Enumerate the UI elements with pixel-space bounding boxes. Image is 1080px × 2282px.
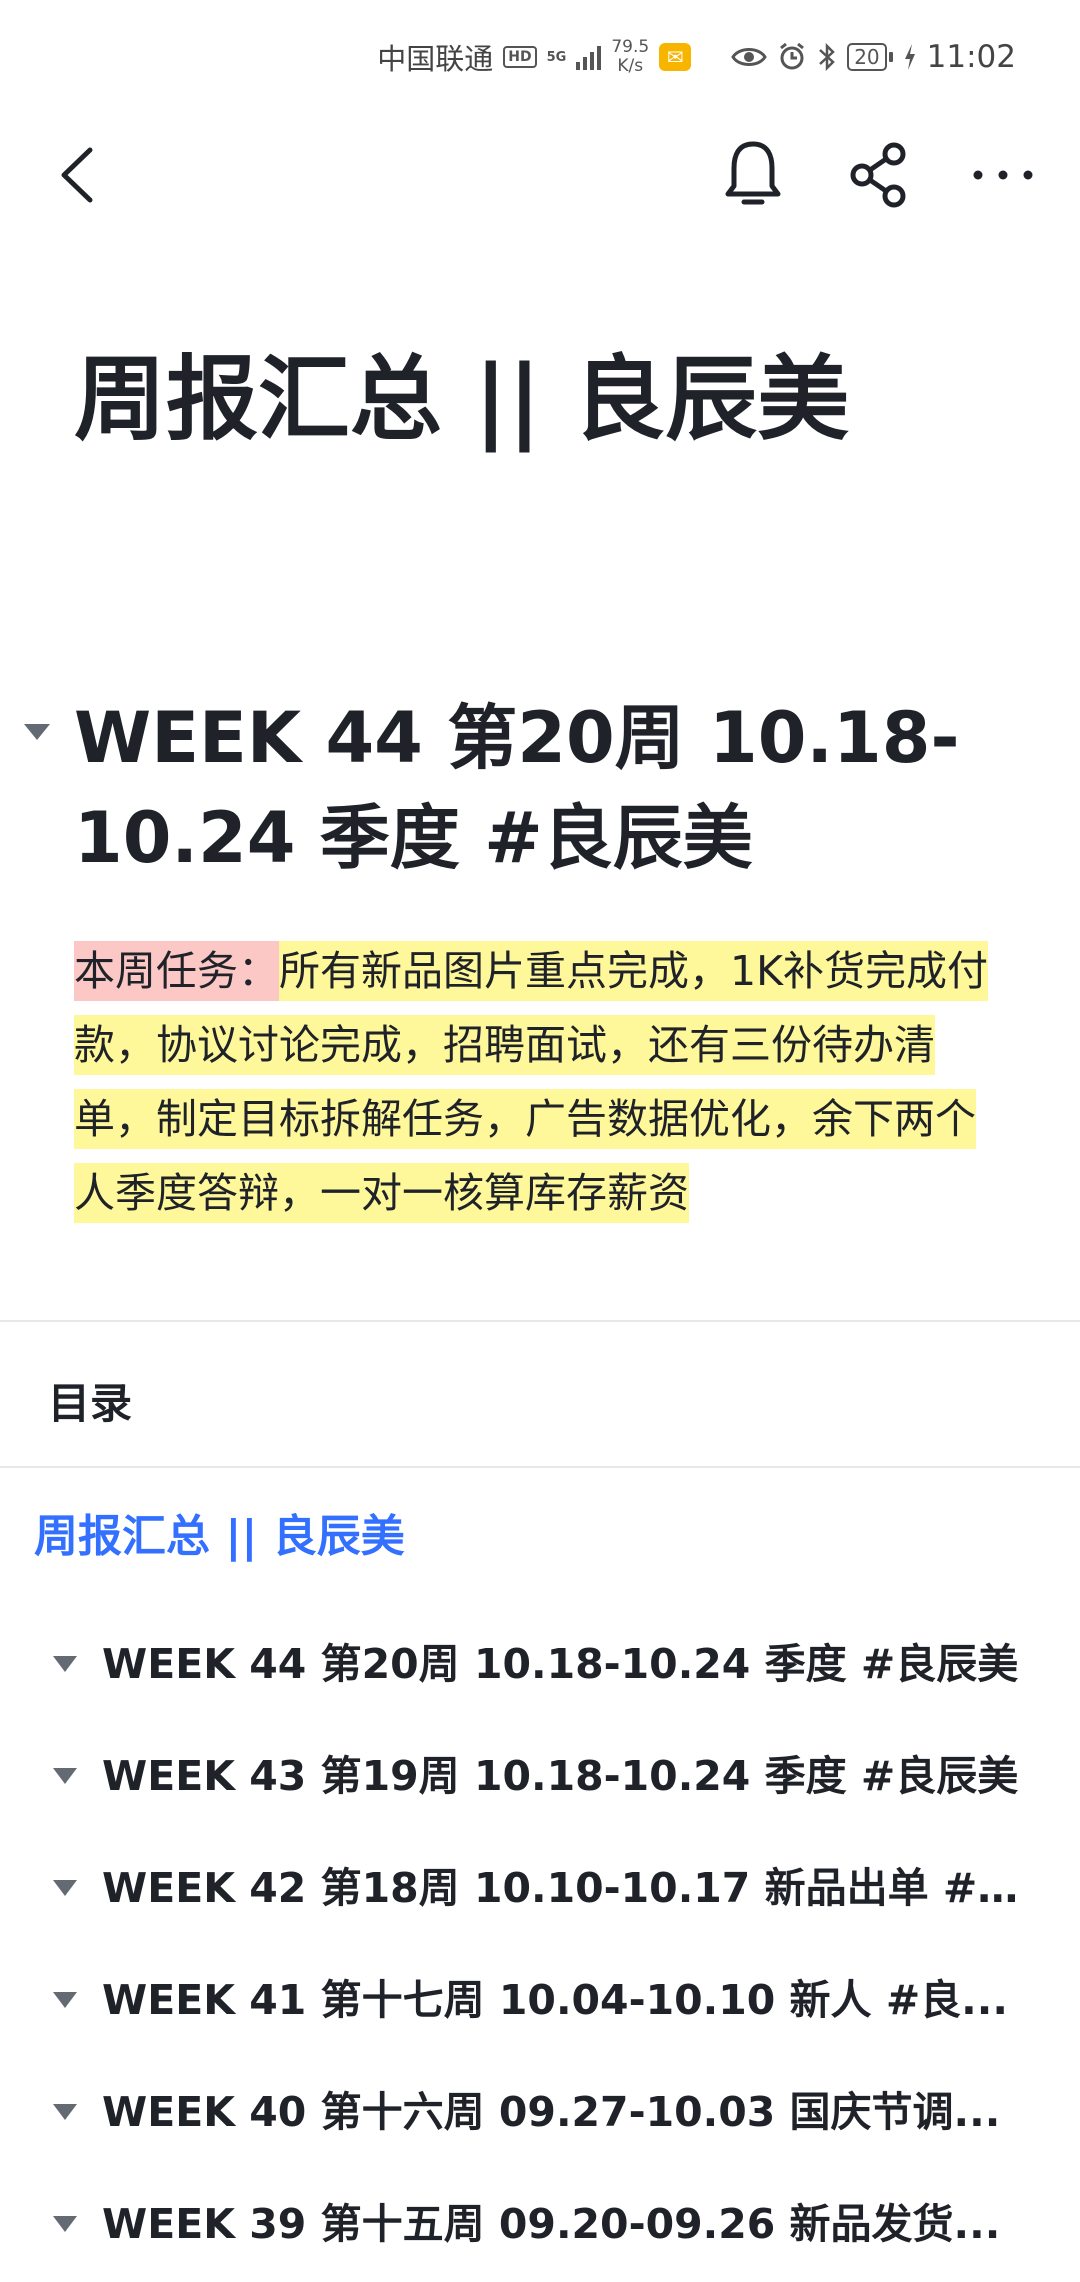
toc-list: WEEK 44 第20周 10.18-10.24 季度 #良辰美 WEEK 43…	[0, 1610, 1080, 2282]
eye-icon	[731, 48, 767, 66]
top-nav-bar	[0, 120, 1080, 230]
caret-down-icon[interactable]	[52, 1878, 78, 1898]
toc-item[interactable]: WEEK 41 第十七周 10.04-10.10 新人 #良...	[0, 1946, 1080, 2058]
week-heading: WEEK 44 第20周 10.18-10.24 季度 #良辰美	[74, 697, 960, 879]
share-button[interactable]	[844, 140, 914, 210]
charging-icon	[904, 44, 915, 70]
document-title: 周报汇总 || 良辰美	[74, 346, 850, 453]
network-speed: 79.5 K/s	[611, 38, 649, 76]
speed-value: 79.5	[611, 37, 650, 57]
speed-unit: K/s	[617, 56, 644, 76]
task-paragraph: 本周任务：所有新品图片重点完成，1K补货完成付款，协议讨论完成，招聘面试，还有三…	[74, 934, 1004, 1230]
toc-item-label: WEEK 44 第20周 10.18-10.24 季度 #良辰美	[102, 1640, 1019, 1688]
task-label: 本周任务：	[74, 941, 279, 1001]
toc-header: 目录	[48, 1379, 133, 1428]
divider	[0, 1320, 1080, 1322]
clock-time: 11:02	[926, 39, 1016, 75]
status-icons: 中国联通 HD 5G 79.5 K/s ✉ 20 11:02	[377, 36, 1016, 78]
caret-down-icon[interactable]	[52, 2214, 78, 2234]
toc-root-link[interactable]: 周报汇总 || 良辰美	[34, 1500, 405, 1564]
toc-item[interactable]: WEEK 39 第十五周 09.20-09.26 新品发货...	[0, 2170, 1080, 2282]
share-icon	[850, 142, 906, 208]
battery-level: 20	[847, 43, 887, 71]
divider	[0, 1466, 1080, 1468]
mail-notification-icon: ✉	[659, 43, 692, 71]
toc-item-label: WEEK 41 第十七周 10.04-10.10 新人 #良...	[102, 1976, 1008, 2024]
hd-icon: HD	[503, 46, 537, 68]
more-options-button[interactable]	[968, 140, 1038, 210]
caret-down-icon[interactable]	[52, 2102, 78, 2122]
caret-down-icon[interactable]	[52, 1654, 78, 1674]
notification-button[interactable]	[718, 136, 788, 212]
caret-down-icon[interactable]	[52, 1766, 78, 1786]
toc-item-label: WEEK 42 第18周 10.10-10.17 新品出单 #...	[102, 1864, 1022, 1912]
toc-item-label: WEEK 40 第十六周 09.27-10.03 国庆节调...	[102, 2088, 1001, 2136]
back-button[interactable]	[50, 140, 110, 210]
toc-item-label: WEEK 39 第十五周 09.20-09.26 新品发货...	[102, 2200, 1001, 2248]
bluetooth-icon	[819, 42, 836, 72]
toc-item[interactable]: WEEK 44 第20周 10.18-10.24 季度 #良辰美	[0, 1610, 1080, 1722]
collapse-caret-icon[interactable]	[22, 720, 52, 744]
bell-icon	[725, 141, 781, 205]
network-type: 5G	[546, 49, 567, 65]
carrier-name: 中国联通	[377, 42, 494, 76]
toc-item[interactable]: WEEK 43 第19周 10.18-10.24 季度 #良辰美	[0, 1722, 1080, 1834]
signal-icon	[576, 44, 602, 70]
back-icon	[61, 147, 93, 203]
toc-item[interactable]: WEEK 42 第18周 10.10-10.17 新品出单 #...	[0, 1834, 1080, 1946]
alarm-icon	[780, 42, 805, 70]
battery-icon: 20	[847, 43, 893, 71]
more-icon	[973, 170, 1033, 180]
toc-item[interactable]: WEEK 40 第十六周 09.27-10.03 国庆节调...	[0, 2058, 1080, 2170]
toc-item-label: WEEK 43 第19周 10.18-10.24 季度 #良辰美	[102, 1752, 1019, 1800]
caret-down-icon[interactable]	[52, 1990, 78, 2010]
status-bar: 中国联通 HD 5G 79.5 K/s ✉ 20 11:02	[0, 0, 1080, 120]
